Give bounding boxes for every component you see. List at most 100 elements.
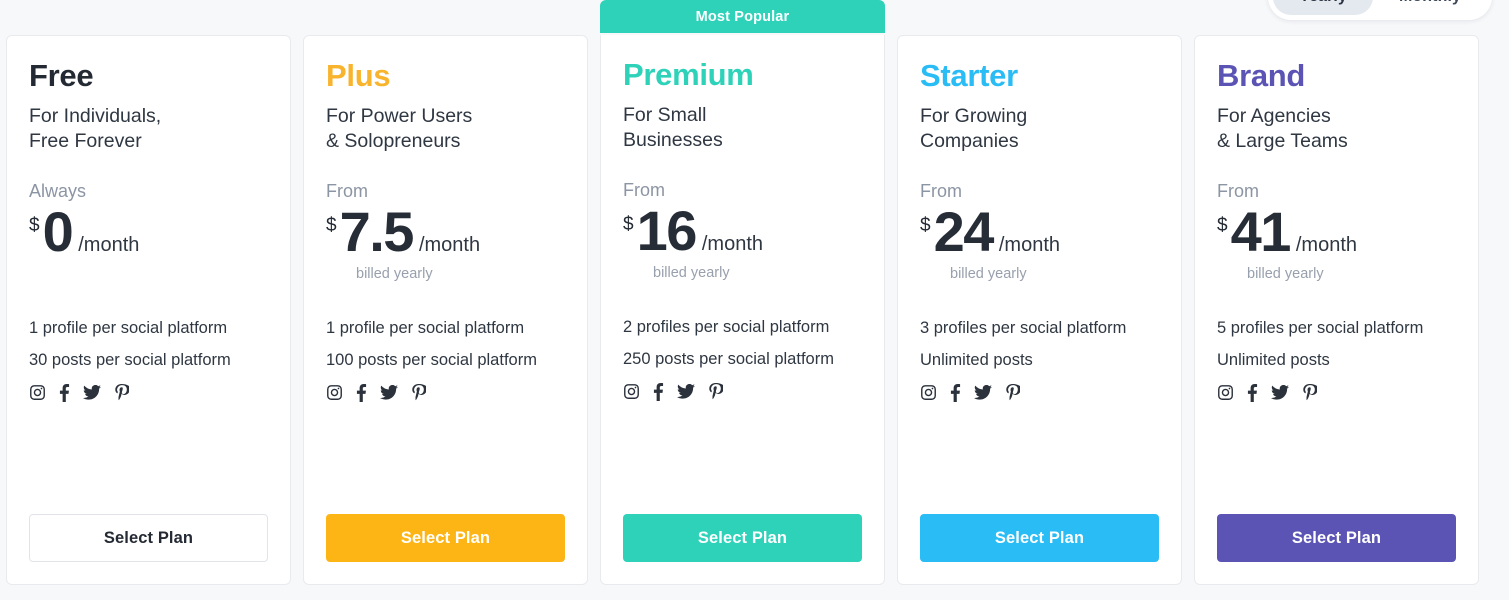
select-plan-button[interactable]: Select Plan <box>29 514 268 562</box>
select-plan-button[interactable]: Select Plan <box>920 514 1159 562</box>
instagram-icon <box>1217 384 1234 401</box>
plan-column-free: Free For Individuals, Free Forever Always $0… <box>6 35 291 585</box>
price-block: From $7.5/month billed yearly <box>326 180 565 284</box>
instagram-icon <box>623 383 640 400</box>
plan-column-premium: Most Popular Premium For Small Businesses Fr… <box>600 0 885 585</box>
select-plan-button[interactable]: Select Plan <box>623 514 862 562</box>
billed-note: billed yearly <box>1247 265 1324 282</box>
social-platform-icons <box>29 383 268 402</box>
twitter-icon <box>380 385 398 400</box>
currency-symbol: $ <box>29 215 40 237</box>
feature-item: Unlimited posts <box>920 351 1033 370</box>
pricing-plans-grid: Free For Individuals, Free Forever Always $0… <box>6 0 1503 585</box>
price-row: $0/month <box>29 200 268 264</box>
plan-column-starter: Starter For Growing Companies From $24/month… <box>897 35 1182 585</box>
social-platform-icons <box>920 383 1159 402</box>
currency-symbol: $ <box>623 214 634 236</box>
price-amount: 41 <box>1230 200 1292 264</box>
price-period: /month <box>998 234 1061 257</box>
price-block: Always $0/month <box>29 180 268 284</box>
facebook-icon <box>356 383 367 402</box>
feature-list: 1 profile per social platform 30 posts pe… <box>29 312 268 377</box>
feature-item: 1 profile per social platform <box>326 318 525 337</box>
twitter-icon <box>83 385 101 400</box>
pinterest-icon <box>114 383 129 402</box>
feature-list: 1 profile per social platform 100 posts p… <box>326 312 565 377</box>
billed-note: billed yearly <box>950 265 1027 282</box>
select-plan-button[interactable]: Select Plan <box>1217 514 1456 562</box>
pinterest-icon <box>411 383 426 402</box>
plan-name: Starter <box>920 58 1018 93</box>
pricing-card-free: Free For Individuals, Free Forever Always $0… <box>6 35 291 585</box>
twitter-icon <box>677 384 695 399</box>
facebook-icon <box>653 382 664 401</box>
feature-item: 250 posts per social platform <box>623 350 834 369</box>
social-platform-icons <box>1217 383 1456 402</box>
price-prefix: From <box>623 179 665 200</box>
billing-toggle-option-yearly[interactable]: Yearly <box>1273 0 1373 15</box>
price-prefix: From <box>326 180 368 201</box>
price-period: /month <box>1295 234 1358 257</box>
facebook-icon <box>1247 383 1258 402</box>
feature-item: 100 posts per social platform <box>326 351 537 370</box>
pricing-page: YearlyMonthly Free For Individuals,Free F… <box>0 0 1509 600</box>
pinterest-icon <box>708 382 723 401</box>
price-block: From $16/month billed yearly <box>623 179 862 283</box>
twitter-icon <box>974 385 992 400</box>
pinterest-icon <box>1302 383 1317 402</box>
plan-tagline: For Agencies & Large Teams <box>1217 104 1348 153</box>
plan-name: Premium <box>623 57 754 92</box>
billing-toggle-option-monthly[interactable]: Monthly <box>1373 0 1487 15</box>
instagram-icon <box>326 384 343 401</box>
feature-item: 5 profiles per social platform <box>1217 318 1424 337</box>
price-amount: 0 <box>42 200 74 264</box>
price-row: $41/month <box>1217 200 1456 264</box>
price-period: /month <box>78 234 140 257</box>
feature-list: 3 profiles per social platform Unlimited … <box>920 312 1159 377</box>
feature-item: 3 profiles per social platform <box>920 318 1127 337</box>
price-prefix: From <box>1217 180 1259 201</box>
feature-item: 2 profiles per social platform <box>623 317 830 336</box>
price-prefix: From <box>920 180 962 201</box>
pricing-card-brand: Brand For Agencies & Large Teams From $41/mo… <box>1194 35 1479 585</box>
most-popular-badge: Most Popular <box>600 0 885 33</box>
twitter-icon <box>1271 385 1289 400</box>
plan-tagline: For Individuals, Free Forever <box>29 104 162 153</box>
social-platform-icons <box>326 383 565 402</box>
instagram-icon <box>29 384 46 401</box>
currency-symbol: $ <box>326 215 337 237</box>
facebook-icon <box>59 383 70 402</box>
price-period: /month <box>701 233 764 256</box>
select-plan-button[interactable]: Select Plan <box>326 514 565 562</box>
currency-symbol: $ <box>920 215 931 237</box>
price-row: $24/month <box>920 200 1159 264</box>
billing-period-toggle[interactable]: YearlyMonthly <box>1268 0 1492 20</box>
plan-tagline: For Power Users & Solopreneurs <box>326 104 473 153</box>
plan-tagline: For Growing Companies <box>920 104 1028 153</box>
feature-item: Unlimited posts <box>1217 351 1330 370</box>
price-period: /month <box>418 234 481 257</box>
price-row: $16/month <box>623 199 862 263</box>
plan-column-plus: Plus For Power Users & Solopreneurs From $7.… <box>303 35 588 585</box>
plan-tagline: For Small Businesses <box>623 103 723 152</box>
price-block: From $41/month billed yearly <box>1217 180 1456 284</box>
feature-list: 2 profiles per social platform 250 posts … <box>623 311 862 376</box>
facebook-icon <box>950 383 961 402</box>
price-prefix: Always <box>29 180 87 201</box>
feature-list: 5 profiles per social platform Unlimited … <box>1217 312 1456 377</box>
pinterest-icon <box>1005 383 1020 402</box>
currency-symbol: $ <box>1217 215 1228 237</box>
plan-name: Brand <box>1217 58 1306 93</box>
plan-column-brand: Brand For Agencies & Large Teams From $41/mo… <box>1194 35 1479 585</box>
price-row: $7.5/month <box>326 200 565 264</box>
price-amount: 7.5 <box>339 200 415 264</box>
price-amount: 24 <box>933 200 995 264</box>
social-platform-icons <box>623 382 862 401</box>
plan-name: Plus <box>326 58 391 93</box>
feature-item: 30 posts per social platform <box>29 351 231 370</box>
billed-note <box>59 266 268 284</box>
billed-note: billed yearly <box>653 264 730 281</box>
price-amount: 16 <box>636 199 698 263</box>
pricing-card-starter: Starter For Growing Companies From $24/month… <box>897 35 1182 585</box>
pricing-card-plus: Plus For Power Users & Solopreneurs From $7.… <box>303 35 588 585</box>
